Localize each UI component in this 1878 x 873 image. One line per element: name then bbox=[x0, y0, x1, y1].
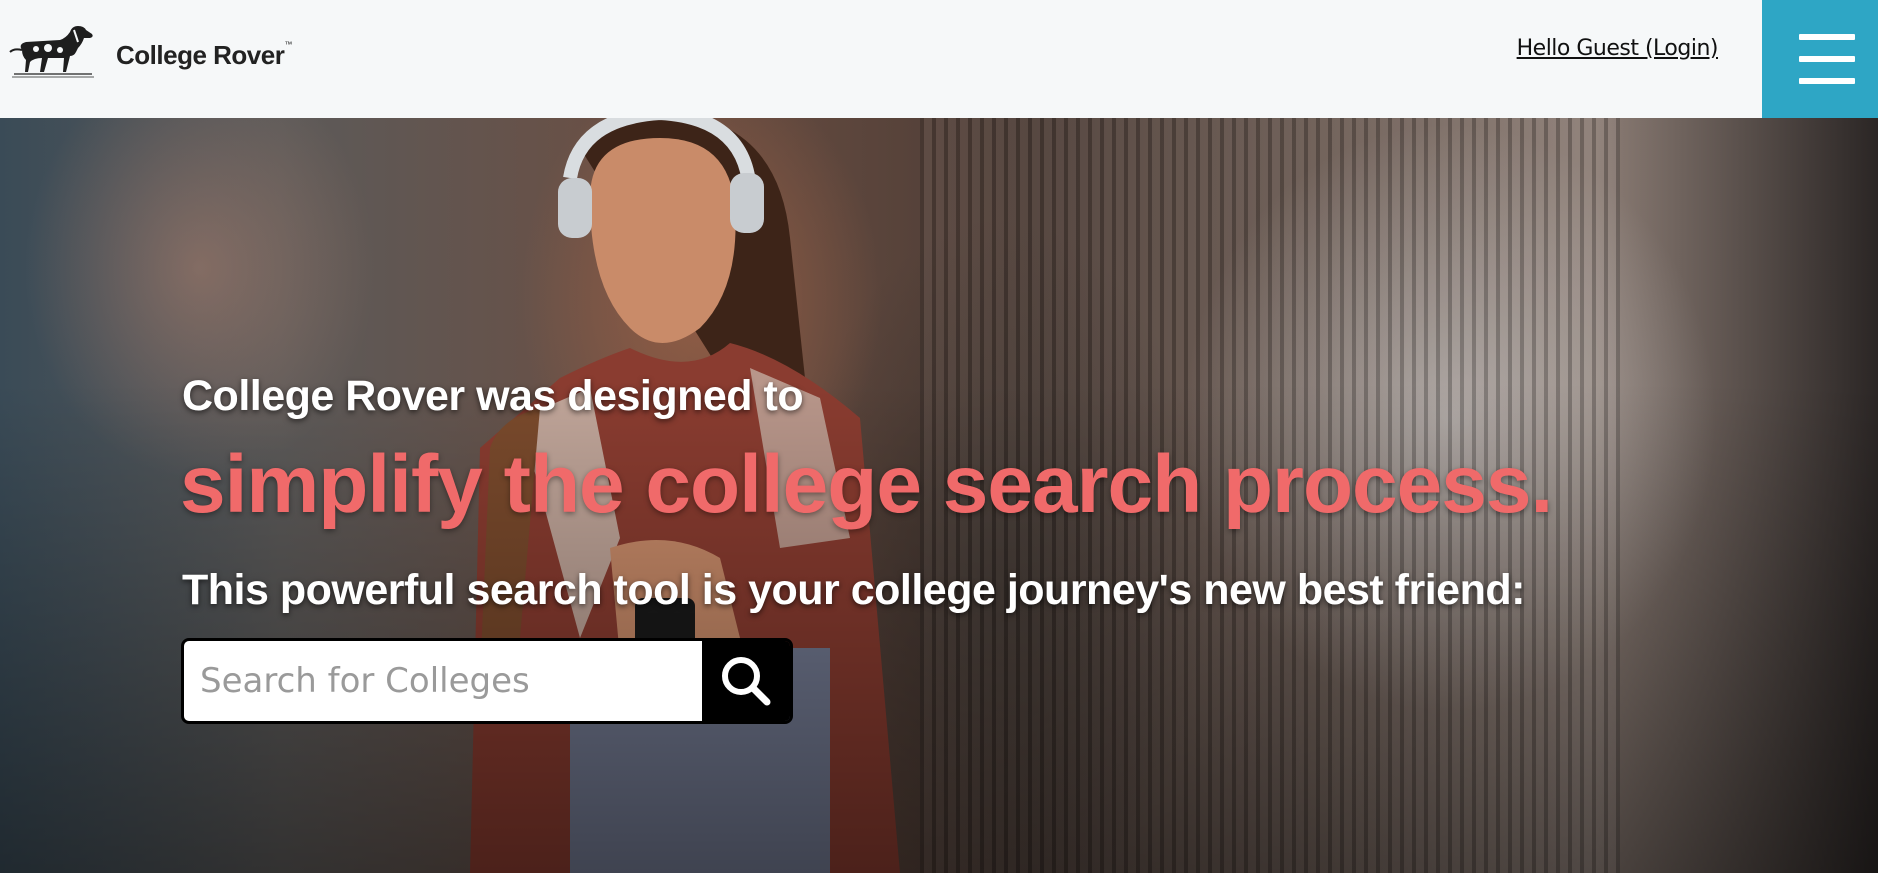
hero-headline: simplify the college search process. bbox=[180, 439, 1553, 530]
hero-intro-text: College Rover was designed to bbox=[182, 372, 804, 420]
search-icon bbox=[722, 657, 771, 706]
search-button[interactable] bbox=[702, 641, 790, 721]
hero-subheadline: This powerful search tool is your colleg… bbox=[182, 566, 1525, 614]
hamburger-icon bbox=[1799, 34, 1855, 40]
login-link[interactable]: Hello Guest (Login) bbox=[1517, 36, 1719, 61]
brand-logo[interactable]: College Rover™ bbox=[8, 22, 292, 80]
college-search-input[interactable] bbox=[184, 641, 702, 721]
site-header: College Rover™ Hello Guest (Login) bbox=[0, 0, 1878, 118]
brand-name: College Rover™ bbox=[116, 40, 292, 70]
pointer-dog-logo-icon bbox=[9, 26, 94, 78]
menu-button[interactable] bbox=[1762, 0, 1878, 118]
college-search-bar bbox=[181, 638, 793, 724]
